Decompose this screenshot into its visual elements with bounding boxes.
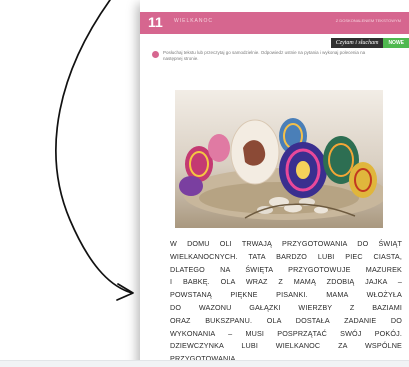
story-line: WYKONANIA – MUSI POSPRZĄTAĆ SWÓJ POKÓJ. [170,328,402,338]
pink-dot-icon [152,51,159,58]
story-line: DLATEGO NA ŚWIĘTA PRZYGOTOWUJE MAZUREK [170,264,402,274]
story-line: DZIEWCZYNKA LUBI WIELKANOC ZA WSPÓLNE [170,341,402,351]
story-line: WIELKANOCNYCH. TATA BARDZO LUBI PIEC CIA… [170,251,402,261]
story-line: I BABKĘ. OLA WRAZ Z MAMĄ ZDOBIĄ JAJKA – [170,277,402,287]
page-header-right-text: Z DOSKONALENIEM TEKSTOWYM [335,18,401,23]
easter-eggs-photo [175,90,383,228]
easter-eggs-illustration [175,90,383,228]
story-line: ORAZ BUKSZPANU. OLA DOSTAŁA ZADANIE DO [170,315,402,325]
instruction-text: Posłuchaj tekstu lub przeczytaj go samod… [163,50,366,61]
story-line: DO WAZONU GAŁĄZKI WIERZBY Z BAZIAMI [170,302,402,312]
story-line: W DOMU OLI TRWAJĄ PRZYGOTOWANIA DO ŚWIĄT [170,239,402,248]
section-tags: Czytam i słucham NOWE [330,38,409,48]
page-header: 11 WIELKANOC Z DOSKONALENIEM TEKSTOWYM [140,12,409,34]
section-tag-new: NOWE [383,38,409,48]
story-text: W DOMU OLI TRWAJĄ PRZYGOTOWANIA DO ŚWIĄT… [170,238,402,366]
story-line: POWSTANĄ PIĘKNE PISANKI. MAMA WŁOŻYŁA [170,290,402,300]
page-number: 11 [148,14,163,30]
textbook-page: 11 WIELKANOC Z DOSKONALENIEM TEKSTOWYM C… [140,0,409,367]
page-header-title: WIELKANOC [174,18,214,24]
instruction: Posłuchaj tekstu lub przeczytaj go samod… [152,50,382,62]
bottom-strip [0,360,409,367]
screenshot-canvas: 11 WIELKANOC Z DOSKONALENIEM TEKSTOWYM C… [0,0,409,367]
section-tag-reading: Czytam i słucham [330,38,384,48]
